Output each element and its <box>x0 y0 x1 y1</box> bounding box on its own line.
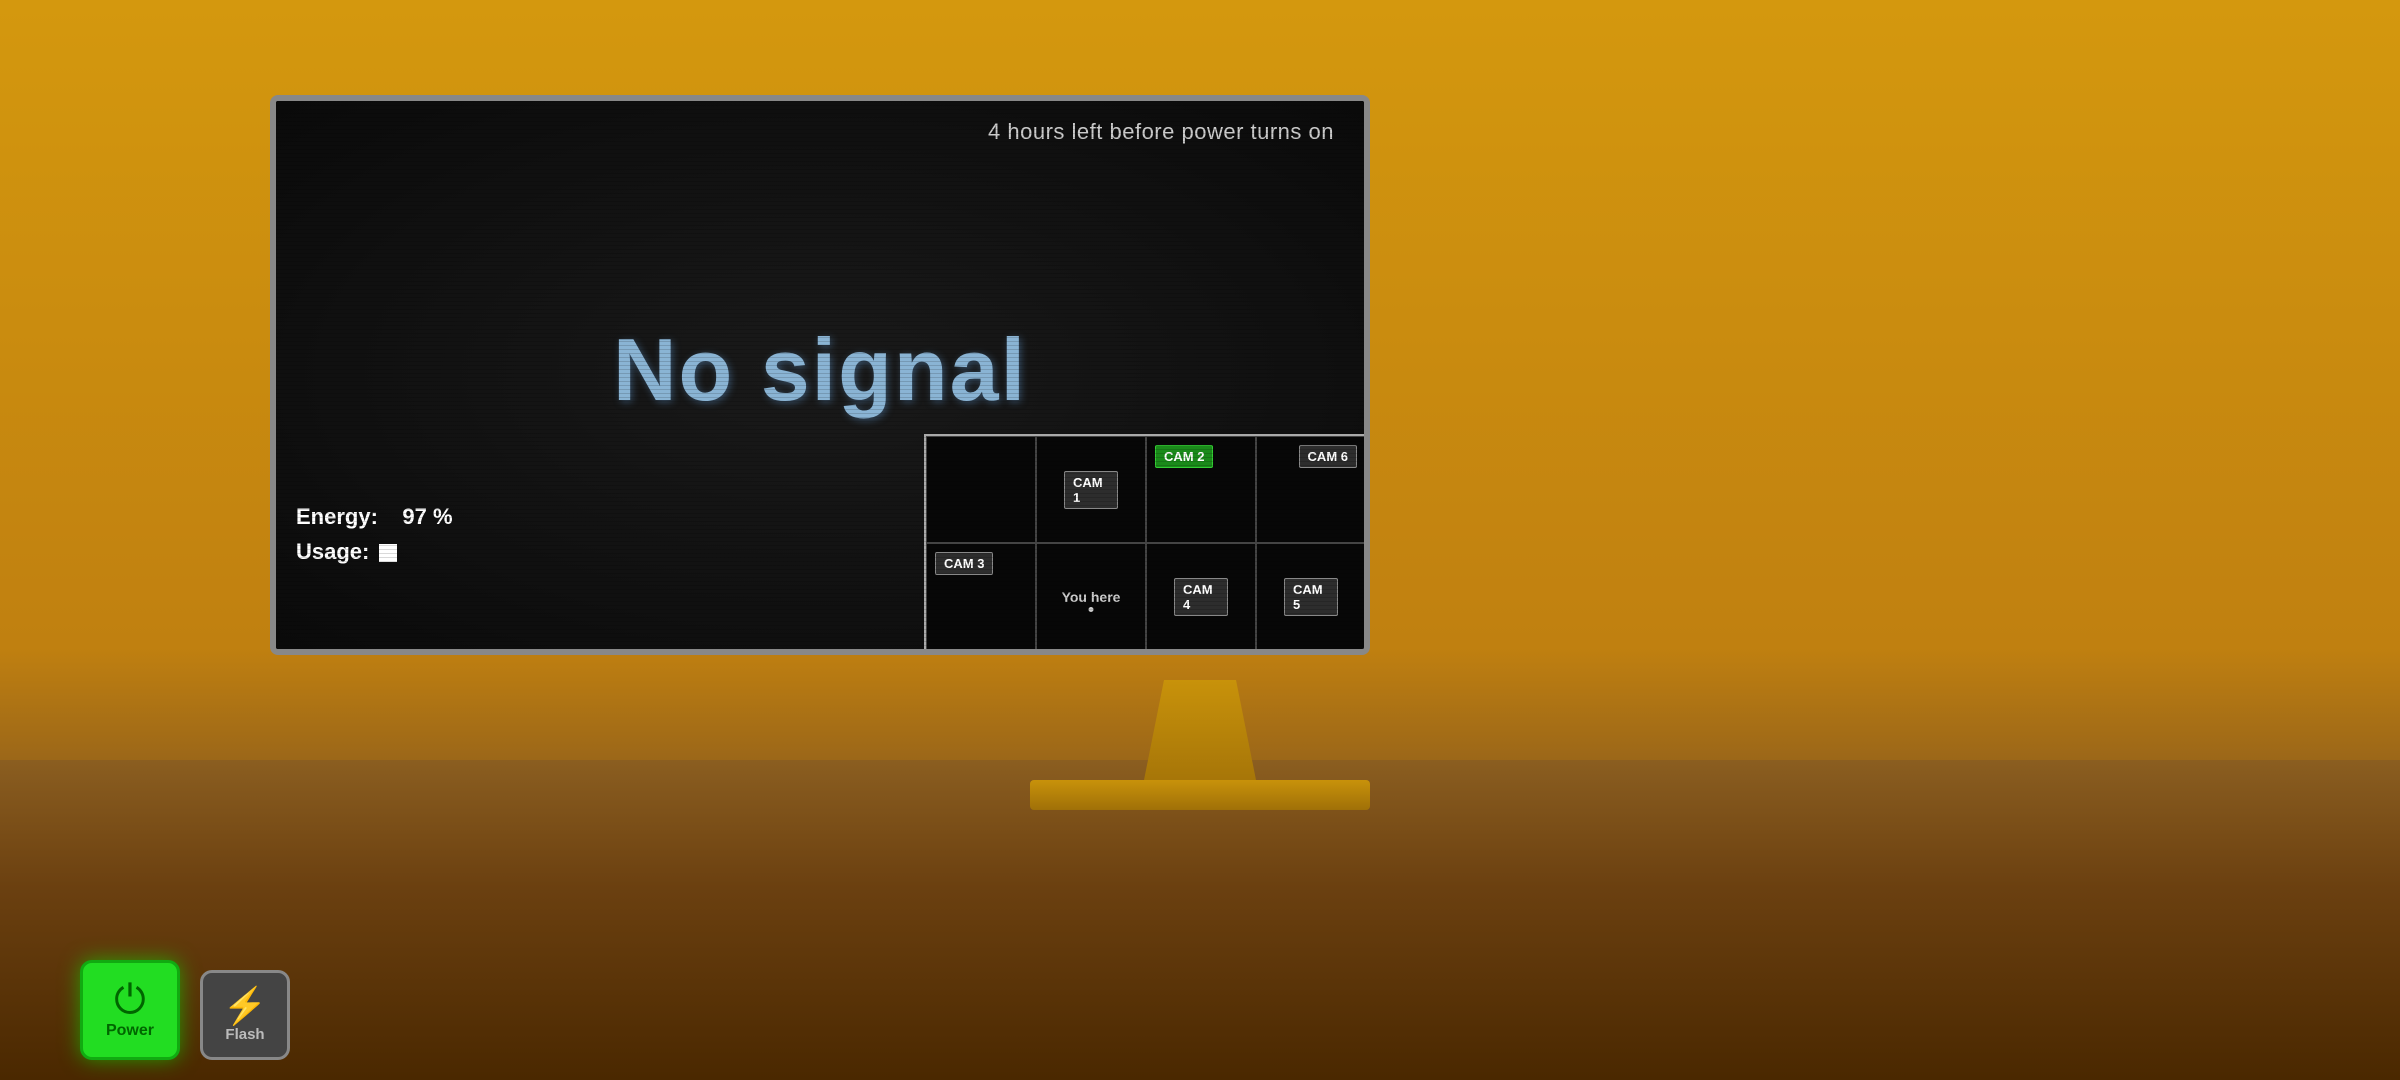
you-here-dot <box>1089 607 1094 612</box>
flash-button[interactable]: ⚡ Flash <box>200 970 290 1060</box>
cam6-label[interactable]: CAM 6 <box>1299 445 1357 468</box>
cam-cell-cam5[interactable]: CAM 5 <box>1256 543 1366 651</box>
cam-cell-empty-topleft <box>926 436 1036 543</box>
controls-panel: ⏻ Power ⚡ Flash <box>80 960 290 1060</box>
cam-cell-you-here: You here <box>1036 543 1146 651</box>
power-icon: ⏻ <box>114 980 146 1020</box>
cam-cell-cam6[interactable]: CAM 6 <box>1256 436 1366 543</box>
cam4-label[interactable]: CAM 4 <box>1174 578 1228 616</box>
cam-cell-cam4[interactable]: CAM 4 <box>1146 543 1256 651</box>
usage-label: Usage: <box>296 539 369 564</box>
energy-label: Energy: <box>296 504 378 529</box>
monitor: 4 hours left before power turns on No si… <box>270 95 1370 655</box>
cam5-label[interactable]: CAM 5 <box>1284 578 1338 616</box>
cam-cell-cam3[interactable]: CAM 3 <box>926 543 1036 651</box>
flash-icon: ⚡ <box>223 988 268 1024</box>
monitor-stand-base <box>1030 780 1370 810</box>
no-signal-text: No signal <box>613 319 1027 421</box>
cam2-label[interactable]: CAM 2 <box>1155 445 1213 468</box>
flash-button-label: Flash <box>225 1026 264 1043</box>
energy-info: Energy: 97 % Usage: <box>296 499 453 569</box>
energy-value: 97 % <box>402 504 452 529</box>
cam-cell-cam2[interactable]: CAM 2 <box>1146 436 1256 543</box>
camera-map: CAM 1 CAM 2 CAM 6 CAM 3 You here <box>924 434 1364 649</box>
cam-cell-cam1[interactable]: CAM 1 <box>1036 436 1146 543</box>
timer-text: 4 hours left before power turns on <box>988 119 1334 145</box>
cam3-label[interactable]: CAM 3 <box>935 552 993 575</box>
cam1-label[interactable]: CAM 1 <box>1064 471 1118 509</box>
usage-block <box>379 544 397 562</box>
you-here-label: You here <box>1062 589 1121 605</box>
power-button[interactable]: ⏻ Power <box>80 960 180 1060</box>
monitor-screen: 4 hours left before power turns on No si… <box>276 101 1364 649</box>
power-button-label: Power <box>106 1022 154 1040</box>
